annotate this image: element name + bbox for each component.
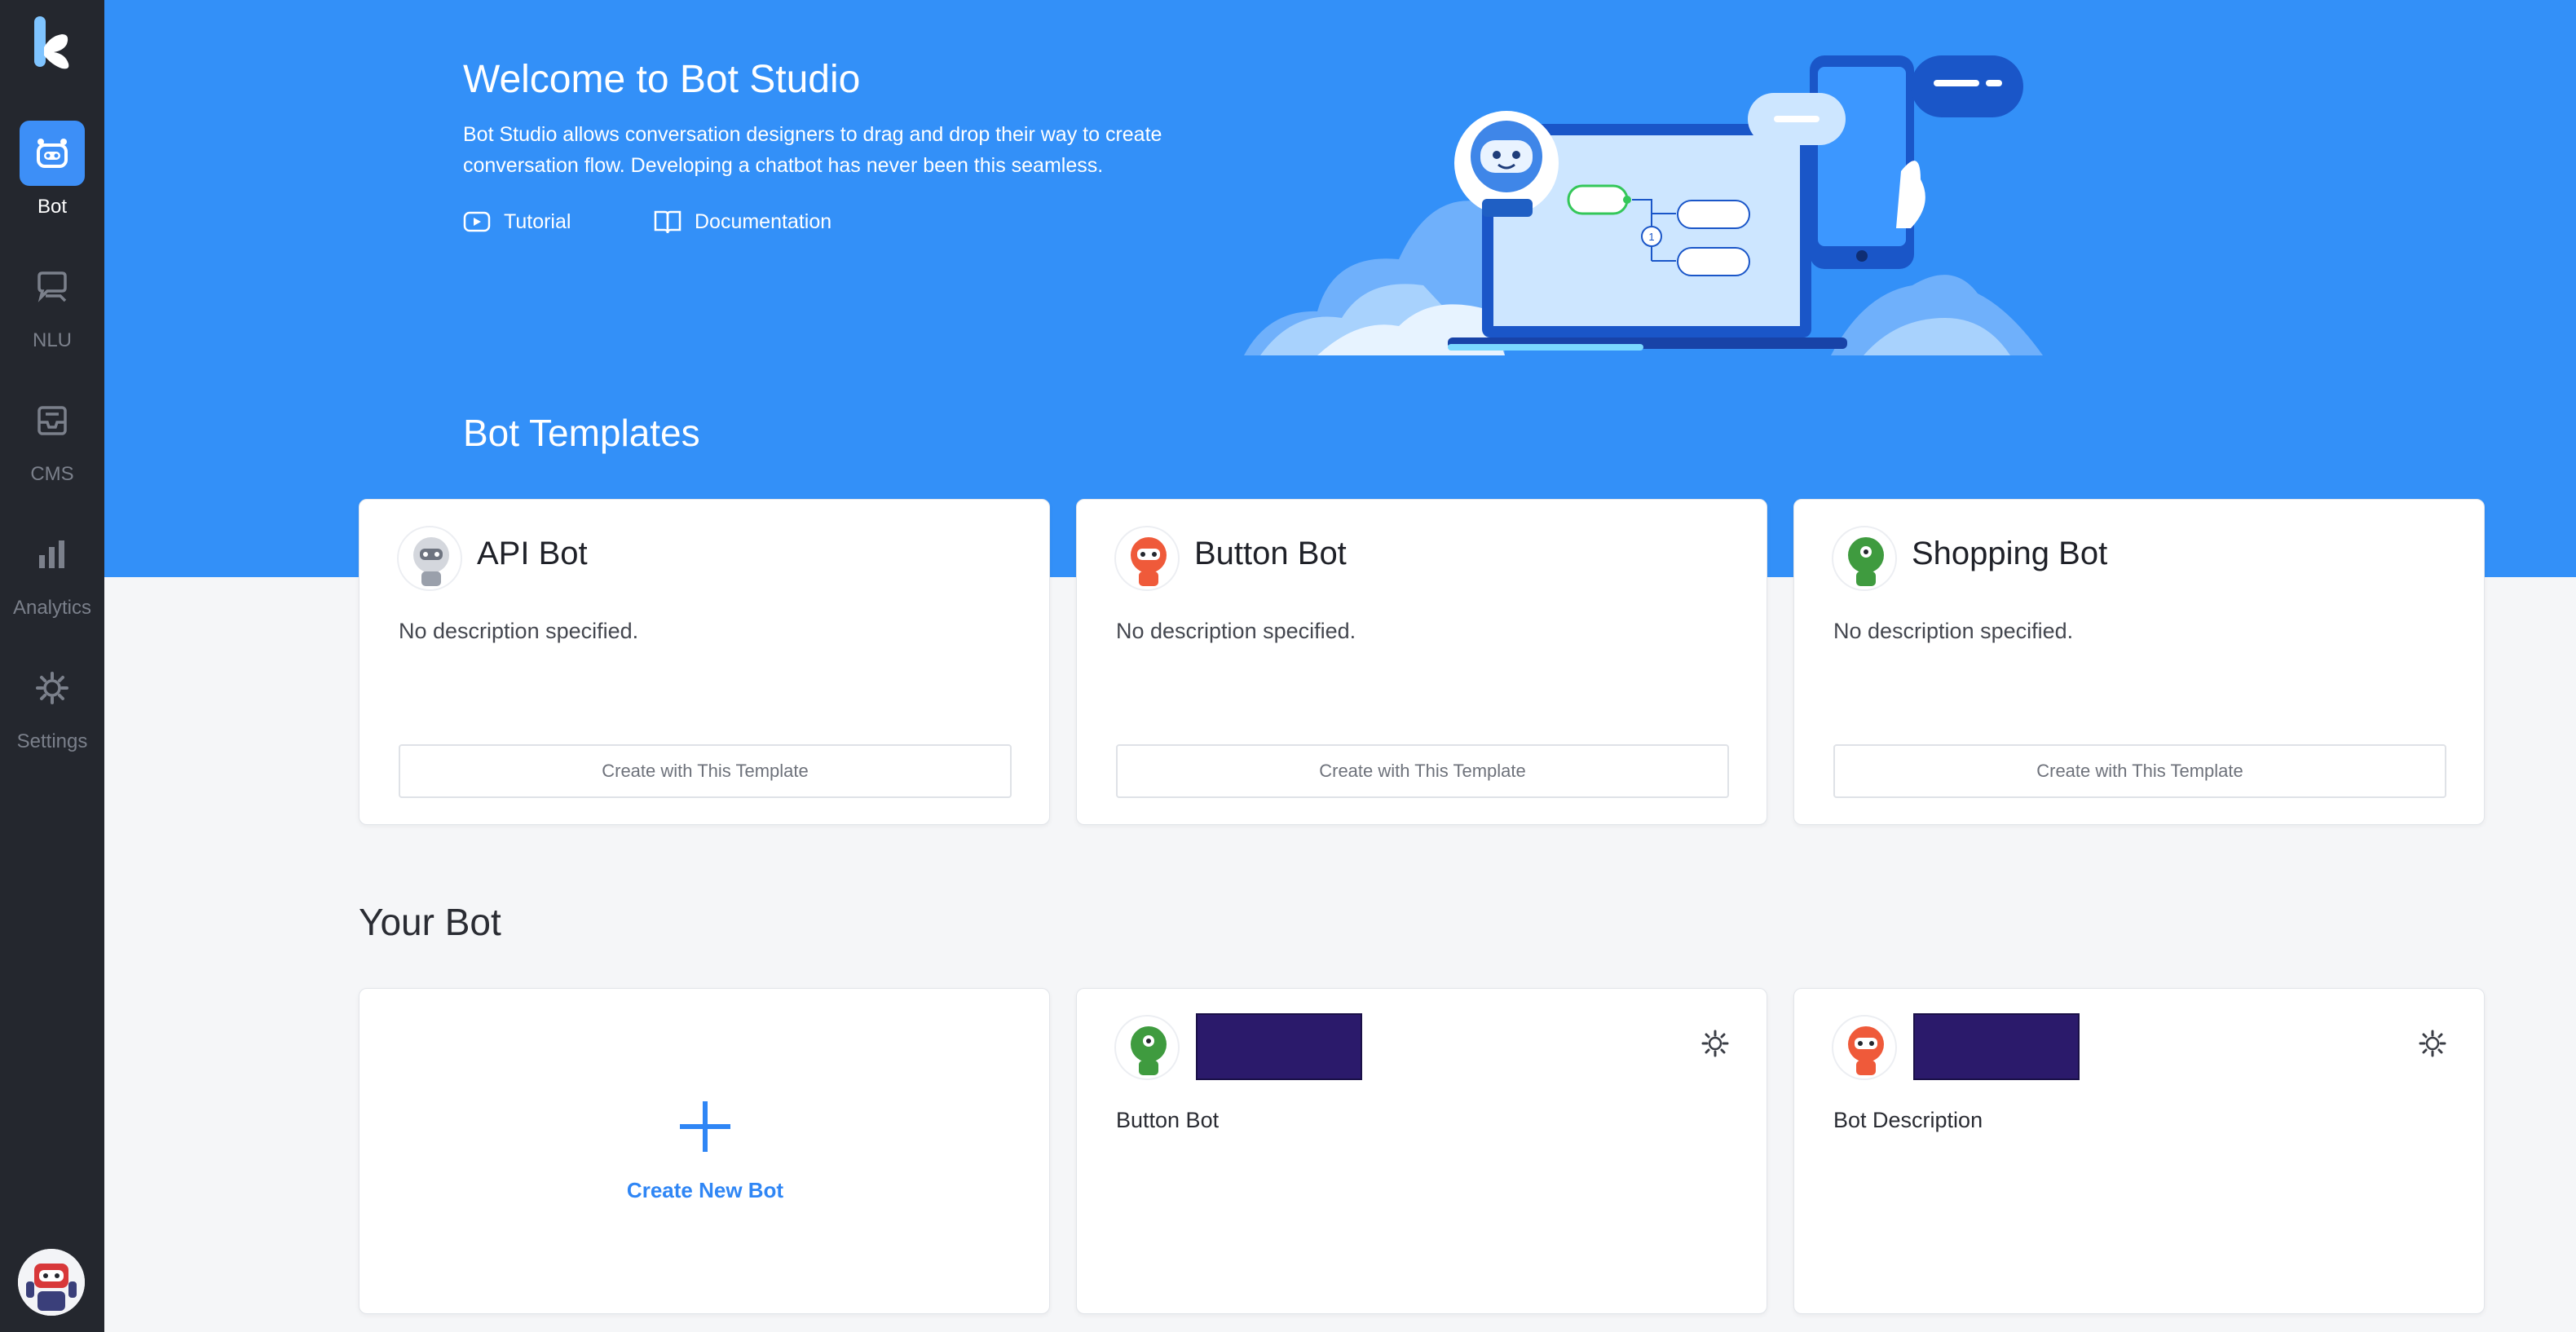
- inbox-icon: [20, 388, 85, 453]
- sidebar-item-cms[interactable]: CMS: [0, 388, 104, 486]
- bot-card[interactable]: Bot Description: [1793, 988, 2485, 1314]
- redacted-bot-name: [1913, 1013, 2080, 1080]
- hero-banner: Welcome to Bot Studio Bot Studio allows …: [104, 0, 2576, 577]
- gear-icon: [20, 655, 85, 721]
- bot-avatar: [1832, 526, 1897, 591]
- bot-avatar: [397, 526, 462, 591]
- svg-text:1: 1: [1648, 231, 1654, 243]
- create-with-template-button[interactable]: Create with This Template: [1116, 744, 1729, 798]
- documentation-label: Documentation: [695, 210, 832, 233]
- book-icon: [654, 210, 681, 234]
- redacted-bot-name: [1196, 1013, 1362, 1080]
- create-new-bot-card[interactable]: Create New Bot: [359, 988, 1050, 1314]
- your-bot-heading: Your Bot: [359, 901, 501, 943]
- template-description: No description specified.: [399, 619, 639, 643]
- sidebar-item-bot[interactable]: Bot: [0, 121, 104, 218]
- page-title: Welcome to Bot Studio: [463, 58, 861, 101]
- template-title: API Bot: [477, 536, 588, 571]
- hero-illustration: 1: [1244, 55, 2043, 355]
- sidebar-item-label: Settings: [16, 730, 88, 752]
- template-description: No description specified.: [1116, 619, 1356, 643]
- kata-logo-icon[interactable]: [33, 15, 72, 72]
- bot-subtitle: Button Bot: [1116, 1108, 1220, 1132]
- create-new-bot-button[interactable]: Create New Bot: [359, 989, 1051, 1315]
- sidebar-item-settings[interactable]: Settings: [0, 655, 104, 753]
- bot-avatar: [1832, 1015, 1897, 1080]
- sidebar-item-analytics[interactable]: Analytics: [0, 522, 104, 620]
- settings-gear-icon[interactable]: [1701, 1030, 1729, 1057]
- template-card-shopping-bot: Shopping Bot No description specified. C…: [1793, 499, 2485, 825]
- sidebar-item-label: CMS: [30, 463, 74, 485]
- create-with-template-button[interactable]: Create with This Template: [399, 744, 1012, 798]
- template-description: No description specified.: [1833, 619, 2074, 643]
- user-avatar[interactable]: [18, 1249, 85, 1316]
- sidebar-item-label: NLU: [32, 329, 72, 351]
- bot-card[interactable]: Button Bot: [1076, 988, 1767, 1314]
- tutorial-link[interactable]: Tutorial: [463, 205, 571, 238]
- template-title: Button Bot: [1194, 536, 1347, 571]
- template-card-button-bot: Button Bot No description specified. Cre…: [1076, 499, 1767, 825]
- create-with-template-button[interactable]: Create with This Template: [1833, 744, 2446, 798]
- settings-gear-icon[interactable]: [2419, 1030, 2446, 1057]
- sidebar-item-label: Bot: [37, 196, 68, 218]
- sidebar-item-nlu[interactable]: NLU: [0, 254, 104, 352]
- play-icon: [463, 211, 491, 232]
- plus-icon: [680, 1101, 730, 1152]
- bot-avatar: [1114, 526, 1180, 591]
- chat-icon: [20, 254, 85, 320]
- sidebar-item-label: Analytics: [12, 597, 92, 619]
- documentation-link[interactable]: Documentation: [654, 205, 831, 238]
- template-card-api-bot: API Bot No description specified. Create…: [359, 499, 1050, 825]
- sidebar: Bot NLU CMS Analytics Settings: [0, 0, 104, 1332]
- bot-subtitle: Bot Description: [1833, 1108, 1983, 1132]
- template-title: Shopping Bot: [1912, 536, 2108, 571]
- templates-heading: Bot Templates: [463, 412, 700, 454]
- robot-icon: [20, 121, 85, 186]
- bar-chart-icon: [20, 522, 85, 587]
- tutorial-label: Tutorial: [504, 210, 571, 233]
- hero-description: Bot Studio allows conversation designers…: [463, 123, 1162, 177]
- create-new-bot-label: Create New Bot: [626, 1178, 784, 1202]
- bot-avatar: [1114, 1015, 1180, 1080]
